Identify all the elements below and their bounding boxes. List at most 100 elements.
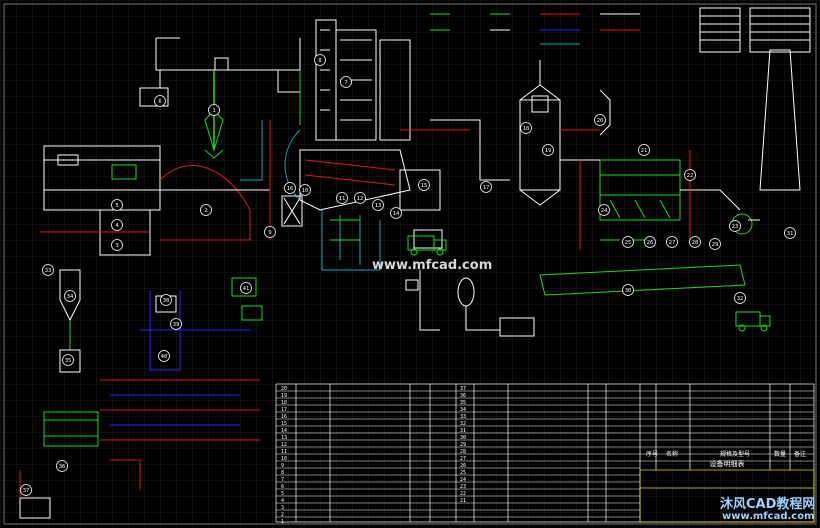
row-number: 23 [460, 484, 466, 490]
header-note: 备注 [794, 450, 806, 458]
row-number: 2 [281, 512, 284, 518]
callout-14: 14 [390, 207, 402, 219]
row-number: 13 [281, 435, 287, 441]
row-number: 4 [281, 498, 284, 504]
callout-16: 16 [284, 182, 296, 194]
callout-17: 17 [480, 181, 492, 193]
svg-text:16: 16 [287, 186, 294, 192]
row-number: 7 [281, 477, 284, 483]
callout-3: 3 [111, 239, 123, 251]
callout-13: 13 [372, 199, 384, 211]
schedule-header: 序号 名称 规格及型号 数量 备注 [646, 450, 806, 458]
svg-text:17: 17 [483, 185, 490, 191]
callout-19: 19 [542, 144, 554, 156]
svg-text:28: 28 [692, 240, 699, 246]
svg-text:8: 8 [318, 58, 321, 64]
callout-28: 28 [689, 236, 701, 248]
svg-text:23: 23 [732, 224, 739, 230]
callout-33: 33 [42, 264, 54, 276]
svg-text:14: 14 [393, 211, 400, 217]
row-number: 22 [460, 491, 466, 497]
callout-25: 25 [622, 236, 634, 248]
row-number: 27 [460, 456, 466, 462]
callout-10: 10 [299, 184, 311, 196]
svg-text:2: 2 [204, 208, 207, 214]
svg-text:12: 12 [357, 196, 364, 202]
svg-text:11: 11 [339, 196, 346, 202]
callout-35: 35 [62, 354, 74, 366]
row-number: 29 [460, 442, 466, 448]
callout-1: 1 [208, 104, 220, 116]
row-number: 5 [281, 491, 284, 497]
callout-27: 27 [666, 236, 678, 248]
callout-21: 21 [638, 144, 650, 156]
row-number: 37 [460, 386, 466, 392]
callout-8: 8 [314, 54, 326, 66]
row-number: 12 [281, 442, 287, 448]
svg-text:40: 40 [161, 354, 168, 360]
svg-text:32: 32 [737, 296, 744, 302]
row-number: 9 [281, 463, 284, 469]
watermark-corner-url: www.mfcad.com [722, 511, 815, 522]
callout-11: 11 [336, 192, 348, 204]
row-number: 36 [460, 393, 466, 399]
svg-text:9: 9 [268, 230, 271, 236]
svg-text:38: 38 [163, 298, 170, 304]
header-qty: 数量 [774, 450, 786, 458]
row-number: 8 [281, 470, 284, 476]
svg-text:34: 34 [67, 294, 74, 300]
row-number: 26 [460, 463, 466, 469]
svg-text:37: 37 [23, 488, 30, 494]
svg-text:15: 15 [421, 183, 428, 189]
callout-2: 2 [200, 204, 212, 216]
svg-text:21: 21 [641, 148, 648, 154]
svg-text:3: 3 [115, 243, 118, 249]
callout-24: 24 [598, 204, 610, 216]
callout-30: 30 [622, 284, 634, 296]
callout-38: 38 [160, 294, 172, 306]
svg-text:30: 30 [625, 288, 632, 294]
svg-text:31: 31 [787, 231, 794, 237]
callout-36: 36 [56, 460, 68, 472]
callout-40: 40 [158, 350, 170, 362]
callout-20: 20 [594, 114, 606, 126]
row-number: 34 [460, 407, 466, 413]
svg-text:36: 36 [59, 464, 66, 470]
callout-26: 26 [644, 236, 656, 248]
svg-text:10: 10 [302, 188, 309, 194]
row-number: 1 [281, 519, 284, 525]
callout-6: 6 [154, 95, 166, 107]
row-number: 32 [460, 421, 466, 427]
row-number: 17 [281, 407, 287, 413]
row-number: 28 [460, 449, 466, 455]
row-number: 30 [460, 435, 466, 441]
svg-text:29: 29 [712, 242, 719, 248]
svg-text:5: 5 [115, 203, 118, 209]
row-number: 24 [460, 477, 466, 483]
svg-text:20: 20 [597, 118, 604, 124]
svg-text:18: 18 [523, 126, 530, 132]
callout-23: 23 [729, 220, 741, 232]
svg-text:33: 33 [45, 268, 52, 274]
row-number: 20 [281, 386, 287, 392]
callout-22: 22 [684, 169, 696, 181]
row-number: 18 [281, 400, 287, 406]
callout-39: 39 [170, 318, 182, 330]
callout-41: 41 [240, 282, 252, 294]
callout-9: 9 [264, 226, 276, 238]
svg-text:1: 1 [212, 108, 215, 114]
row-number: 11 [281, 449, 287, 455]
callout-34: 34 [64, 290, 76, 302]
header-name: 名称 [666, 450, 678, 458]
row-number: 35 [460, 400, 466, 406]
row-number: 14 [281, 428, 287, 434]
callout-29: 29 [709, 238, 721, 250]
svg-text:25: 25 [625, 240, 632, 246]
svg-text:41: 41 [243, 286, 250, 292]
callout-5: 5 [111, 199, 123, 211]
callout-37: 37 [20, 484, 32, 496]
row-number: 31 [460, 428, 466, 434]
row-number: 6 [281, 484, 284, 490]
svg-text:24: 24 [601, 208, 608, 214]
svg-text:7: 7 [344, 80, 347, 86]
